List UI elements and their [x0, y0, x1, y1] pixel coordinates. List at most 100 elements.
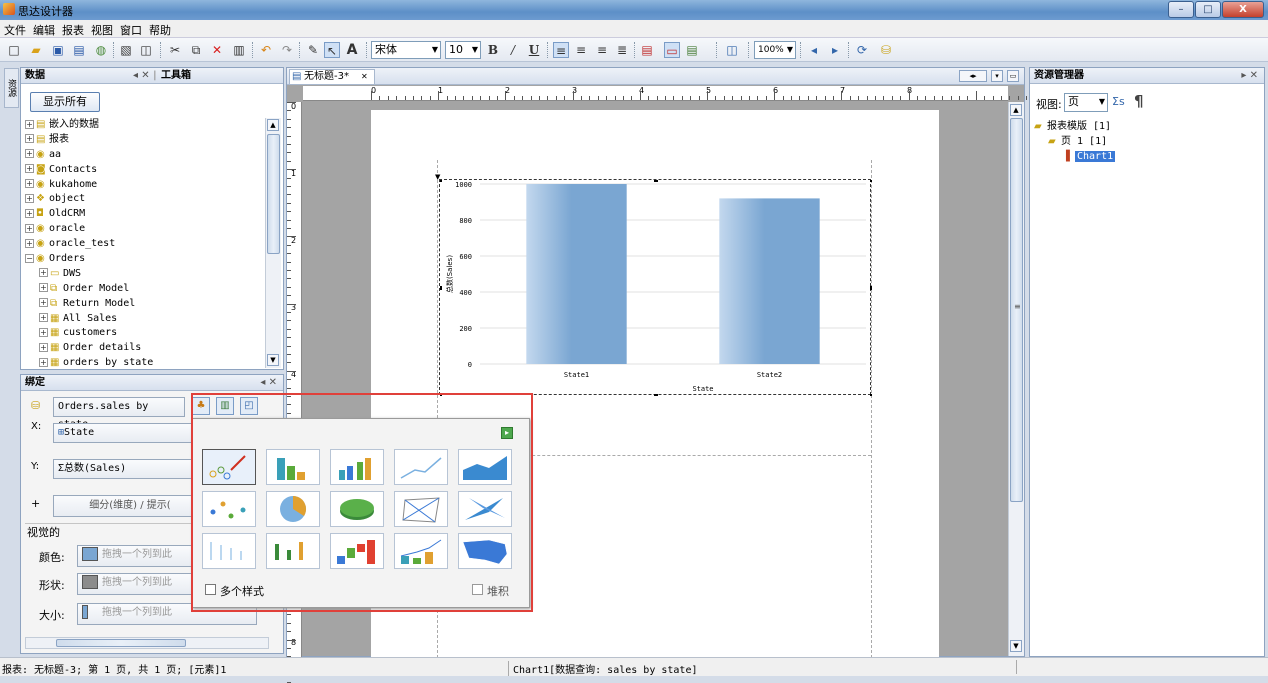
resize-handle[interactable]: [438, 394, 442, 398]
data-tree-scrollbar[interactable]: ▲ ▼: [265, 118, 281, 368]
new-file-icon[interactable]: □: [6, 42, 22, 58]
menu-report[interactable]: 报表: [58, 20, 87, 38]
chart-type-area-icon[interactable]: [458, 449, 512, 485]
expand-toggle-icon[interactable]: +: [25, 208, 34, 218]
chart-type-pie-icon[interactable]: [266, 491, 320, 527]
paste-icon[interactable]: ▥: [231, 42, 247, 58]
fill-color-icon[interactable]: ▭: [664, 42, 680, 58]
zoom-select[interactable]: 100% ▼: [754, 41, 796, 59]
grid-icon[interactable]: ◫: [724, 42, 740, 58]
scroll-up-icon[interactable]: ▲: [1010, 104, 1022, 116]
resource-vertical-tab[interactable]: 资源: [4, 68, 19, 108]
chart-type-bar-grouped-icon[interactable]: [330, 449, 384, 485]
expand-toggle-icon[interactable]: +: [25, 164, 34, 174]
bold-button[interactable]: B: [485, 42, 501, 58]
add-detail-icon[interactable]: +: [31, 497, 40, 510]
format-painter-icon[interactable]: ✎: [305, 42, 321, 58]
font-color-icon[interactable]: ▤: [684, 42, 700, 58]
chart-type-radar-icon[interactable]: [394, 491, 448, 527]
expand-toggle-icon[interactable]: +: [25, 134, 34, 144]
panel-pin-icon[interactable]: ▸ ✕: [1241, 68, 1258, 83]
expand-toggle-icon[interactable]: +: [25, 238, 34, 248]
expand-toggle-icon[interactable]: +: [25, 193, 34, 203]
menu-window[interactable]: 窗口: [116, 20, 145, 38]
data-tree-item[interactable]: + ▦ orders by state: [25, 356, 265, 368]
data-tree-item[interactable]: + ⧉ Return Model: [25, 297, 265, 312]
zoom-out-icon[interactable]: ◂: [806, 42, 822, 58]
chart-type-pie3d-icon[interactable]: [330, 491, 384, 527]
close-icon[interactable]: ✕: [361, 72, 368, 81]
editor-scrollbar[interactable]: ▲ ≡ ▼: [1008, 102, 1024, 656]
y-axis-field[interactable]: Σ总数(Sales): [53, 459, 203, 479]
close-button[interactable]: X: [1222, 1, 1264, 18]
tab-list-icon[interactable]: ▾: [991, 70, 1003, 82]
chart-options-icon[interactable]: ◰: [240, 397, 258, 415]
resize-handle[interactable]: [870, 394, 874, 398]
data-tree-item[interactable]: + ◉ kukahome: [25, 178, 265, 193]
menu-help[interactable]: 帮助: [145, 20, 174, 38]
scroll-up-icon[interactable]: ▲: [267, 119, 279, 131]
expand-toggle-icon[interactable]: +: [25, 179, 34, 189]
panel-pin-icon[interactable]: ◂ ✕: [260, 375, 277, 390]
resize-handle[interactable]: [438, 286, 442, 290]
scroll-thumb[interactable]: [56, 639, 186, 647]
expand-toggle-icon[interactable]: +: [39, 357, 48, 367]
tab-untitled-3[interactable]: ▤ 无标题-3* ✕: [289, 69, 375, 84]
font-size-select[interactable]: 10 ▼: [445, 41, 481, 59]
data-tree-item[interactable]: + ◘ OldCRM: [25, 207, 265, 222]
scroll-thumb[interactable]: [267, 134, 280, 254]
chart-type-line-icon[interactable]: [394, 449, 448, 485]
data-tree-item[interactable]: + ▤ 嵌入的数据: [25, 118, 265, 133]
data-tree-item[interactable]: + ◉ aa: [25, 148, 265, 163]
expand-icon[interactable]: ▸: [501, 427, 513, 439]
zoom-in-icon[interactable]: ▸: [827, 42, 843, 58]
menu-edit[interactable]: 编辑: [29, 20, 58, 38]
save-icon[interactable]: ▣: [50, 42, 66, 58]
resize-handle[interactable]: [870, 178, 874, 182]
multi-style-checkbox[interactable]: [205, 584, 216, 595]
chart-type-icon[interactable]: ▥: [216, 397, 234, 415]
align-right-icon[interactable]: ≡: [594, 42, 610, 58]
data-tree-item[interactable]: + ⧉ Order Model: [25, 282, 265, 297]
undo-icon[interactable]: ↶: [258, 42, 274, 58]
select-arrow-icon[interactable]: ↖: [324, 42, 340, 58]
delete-icon[interactable]: ✕: [209, 42, 225, 58]
align-center-icon[interactable]: ≡: [573, 42, 589, 58]
minimize-button[interactable]: –: [1168, 1, 1194, 18]
chart-type-map-icon[interactable]: [458, 533, 512, 569]
chart-wizard-icon[interactable]: ♣: [192, 397, 210, 415]
panel-pin-icon[interactable]: ◂ ✕: [133, 68, 150, 83]
bar-State2[interactable]: [719, 198, 820, 364]
resize-handle[interactable]: [870, 286, 874, 290]
chart-type-wizard-icon[interactable]: [202, 449, 256, 485]
stack-checkbox[interactable]: [472, 584, 483, 595]
chart-type-candle-icon[interactable]: [266, 533, 320, 569]
underline-button[interactable]: U: [526, 42, 542, 58]
border-style-icon[interactable]: ▤: [639, 42, 655, 58]
x-axis-field[interactable]: ⊞State: [53, 423, 203, 443]
view-select[interactable]: 页 ▼: [1064, 93, 1108, 112]
binding-hscrollbar[interactable]: [25, 637, 269, 649]
expand-toggle-icon[interactable]: +: [25, 223, 34, 233]
data-tree-item[interactable]: + ❖ object: [25, 192, 265, 207]
publish-icon[interactable]: ◍: [93, 42, 109, 58]
data-tree-item[interactable]: + ▤ 报表: [25, 133, 265, 148]
maximize-button[interactable]: □: [1195, 1, 1221, 18]
data-source-field[interactable]: Orders.sales by state: [53, 397, 185, 430]
data-tree-item[interactable]: + ◙ Contacts: [25, 163, 265, 178]
expand-toggle-icon[interactable]: +: [25, 119, 34, 129]
resource-tree-item[interactable]: ▐ Chart1: [1034, 150, 1254, 165]
show-all-button[interactable]: 显示所有: [30, 92, 100, 112]
database-icon[interactable]: ⛁: [878, 42, 894, 58]
align-left-icon[interactable]: ≡: [553, 42, 569, 58]
expand-toggle-icon[interactable]: −: [25, 253, 34, 263]
expand-toggle-icon[interactable]: +: [39, 298, 48, 308]
maximize-editor-icon[interactable]: ▭: [1007, 70, 1019, 82]
filter-icon[interactable]: Σs: [1112, 95, 1125, 108]
data-tree-item[interactable]: + ▭ DWS: [25, 267, 265, 282]
data-tree-item[interactable]: + ◉ oracle_test: [25, 237, 265, 252]
data-tree-item[interactable]: + ▦ Order details: [25, 341, 265, 356]
resize-handle[interactable]: [654, 394, 658, 398]
resize-handle[interactable]: [654, 178, 658, 182]
preview-icon[interactable]: ▧: [118, 42, 134, 58]
